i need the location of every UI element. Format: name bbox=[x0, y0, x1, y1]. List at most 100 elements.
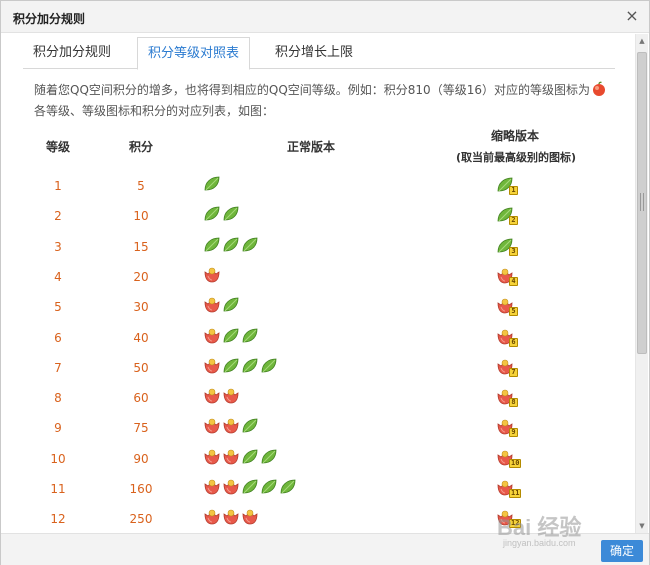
leaf-icon bbox=[241, 448, 259, 466]
tab-bar: 积分加分规则 积分等级对照表 积分增长上限 bbox=[23, 37, 615, 70]
table-row: 1 5 1 bbox=[1, 171, 637, 201]
level-number-badge: 1 bbox=[509, 186, 518, 195]
table-row: 8 60 8 bbox=[1, 383, 637, 413]
table-row: 11 160 11 bbox=[1, 474, 637, 504]
level-number-badge: 9 bbox=[509, 428, 518, 438]
level-value: 4 bbox=[54, 269, 62, 284]
normal-icons bbox=[203, 448, 279, 470]
header-short-version: 缩略版本 bbox=[490, 129, 539, 143]
points-value: 50 bbox=[133, 360, 149, 375]
level-value: 8 bbox=[54, 391, 62, 406]
flower-icon bbox=[203, 448, 221, 466]
flower-icon bbox=[203, 266, 221, 284]
leaf-icon bbox=[279, 478, 297, 496]
close-icon[interactable]: × bbox=[623, 7, 641, 25]
table-row: 10 90 10 bbox=[1, 444, 637, 474]
normal-icons bbox=[203, 478, 298, 500]
table-row: 7 50 7 bbox=[1, 353, 637, 383]
table-row: 6 40 6 bbox=[1, 323, 637, 353]
normal-icons bbox=[203, 327, 260, 349]
flower-icon bbox=[222, 417, 240, 435]
points-value: 75 bbox=[133, 421, 149, 436]
points-value: 5 bbox=[137, 179, 145, 193]
header-short-version-note: (取当前最高级别的图标) bbox=[455, 151, 577, 164]
level-number-badge: 8 bbox=[509, 398, 518, 408]
level-value: 10 bbox=[50, 451, 66, 466]
short-icon-cell: 11 bbox=[496, 478, 536, 500]
header-level: 等级 bbox=[45, 140, 70, 154]
level-value: 7 bbox=[54, 360, 62, 375]
flower-icon bbox=[203, 357, 221, 375]
level-value: 1 bbox=[54, 179, 62, 193]
level-value: 2 bbox=[54, 209, 62, 224]
level-number-badge: 3 bbox=[509, 246, 518, 256]
description: 随着您QQ空间积分的增多，也将得到相应的QQ空间等级。例如：积分810（等级16… bbox=[34, 81, 609, 120]
leaf-icon bbox=[222, 205, 240, 223]
level-number-badge: 10 bbox=[509, 458, 522, 468]
points-value: 40 bbox=[133, 330, 149, 345]
header-normal-version: 正常版本 bbox=[286, 140, 335, 154]
dialog: 积分加分规则 × 积分加分规则 积分等级对照表 积分增长上限 随着您QQ空间积分… bbox=[0, 0, 650, 565]
flower-icon bbox=[203, 387, 221, 405]
normal-icons bbox=[203, 357, 279, 379]
leaf-icon bbox=[222, 357, 240, 375]
level-value: 9 bbox=[54, 421, 62, 436]
short-icon-cell: 4 bbox=[496, 266, 536, 288]
normal-icons bbox=[203, 508, 260, 530]
leaf-icon bbox=[203, 175, 221, 193]
table-row: 9 75 9 bbox=[1, 413, 637, 443]
points-value: 60 bbox=[133, 391, 149, 406]
scroll-up-icon[interactable]: ▲ bbox=[636, 34, 648, 48]
table-row: 5 30 5 bbox=[1, 292, 637, 322]
dialog-titlebar: 积分加分规则 × bbox=[1, 1, 649, 33]
leaf-icon bbox=[222, 296, 240, 314]
normal-icons bbox=[203, 387, 241, 409]
points-value: 20 bbox=[133, 269, 149, 284]
level-number-badge: 7 bbox=[509, 367, 518, 377]
points-value: 10 bbox=[133, 209, 149, 224]
flower-icon bbox=[203, 296, 221, 314]
flower-icon bbox=[203, 327, 221, 345]
scroll-down-icon[interactable]: ▼ bbox=[636, 519, 648, 533]
flower-icon bbox=[222, 478, 240, 496]
scrollbar-thumb[interactable] bbox=[637, 52, 647, 354]
tab-growth-limit[interactable]: 积分增长上限 bbox=[265, 37, 363, 69]
short-icon-cell: 6 bbox=[496, 327, 536, 349]
leaf-icon bbox=[222, 236, 240, 254]
watermark-url: jingyan.baidu.com bbox=[503, 538, 576, 548]
description-text: 随着您QQ空间积分的增多，也将得到相应的QQ空间等级。例如：积分810（等级16… bbox=[34, 83, 590, 97]
flower-icon bbox=[203, 417, 221, 435]
scrollbar[interactable]: ▲ ▼ bbox=[635, 34, 648, 533]
leaf-icon bbox=[260, 357, 278, 375]
flower-icon bbox=[222, 508, 240, 526]
points-value: 30 bbox=[133, 300, 149, 315]
leaf-icon bbox=[203, 205, 221, 223]
flower-icon bbox=[222, 387, 240, 405]
leaf-icon bbox=[241, 478, 259, 496]
short-icon-cell: 5 bbox=[496, 296, 536, 318]
short-icon-cell: 1 bbox=[496, 175, 536, 197]
normal-icons bbox=[203, 296, 241, 318]
short-icon-cell: 10 bbox=[496, 448, 536, 470]
level-value: 3 bbox=[54, 239, 62, 254]
tab-points-rules[interactable]: 积分加分规则 bbox=[23, 37, 121, 69]
flower-icon bbox=[222, 448, 240, 466]
tab-level-table[interactable]: 积分等级对照表 bbox=[137, 37, 251, 70]
level-number-badge: 5 bbox=[509, 307, 518, 317]
short-icon-cell: 2 bbox=[496, 205, 536, 227]
watermark: Bai 经验 jingyan.baidu.com bbox=[497, 510, 627, 550]
normal-icons bbox=[203, 236, 260, 258]
leaf-icon bbox=[222, 327, 240, 345]
leaf-icon bbox=[241, 417, 259, 435]
points-value: 90 bbox=[133, 451, 149, 466]
points-value: 15 bbox=[133, 239, 149, 254]
level-number-badge: 6 bbox=[509, 337, 518, 347]
leaf-icon bbox=[241, 327, 259, 345]
normal-icons bbox=[203, 175, 222, 197]
short-icon-cell: 7 bbox=[496, 357, 536, 379]
table-row: 4 20 4 bbox=[1, 262, 637, 292]
points-value: 250 bbox=[129, 512, 153, 527]
leaf-icon bbox=[241, 236, 259, 254]
level-value: 5 bbox=[54, 300, 62, 315]
apple-level-icon bbox=[591, 81, 607, 102]
